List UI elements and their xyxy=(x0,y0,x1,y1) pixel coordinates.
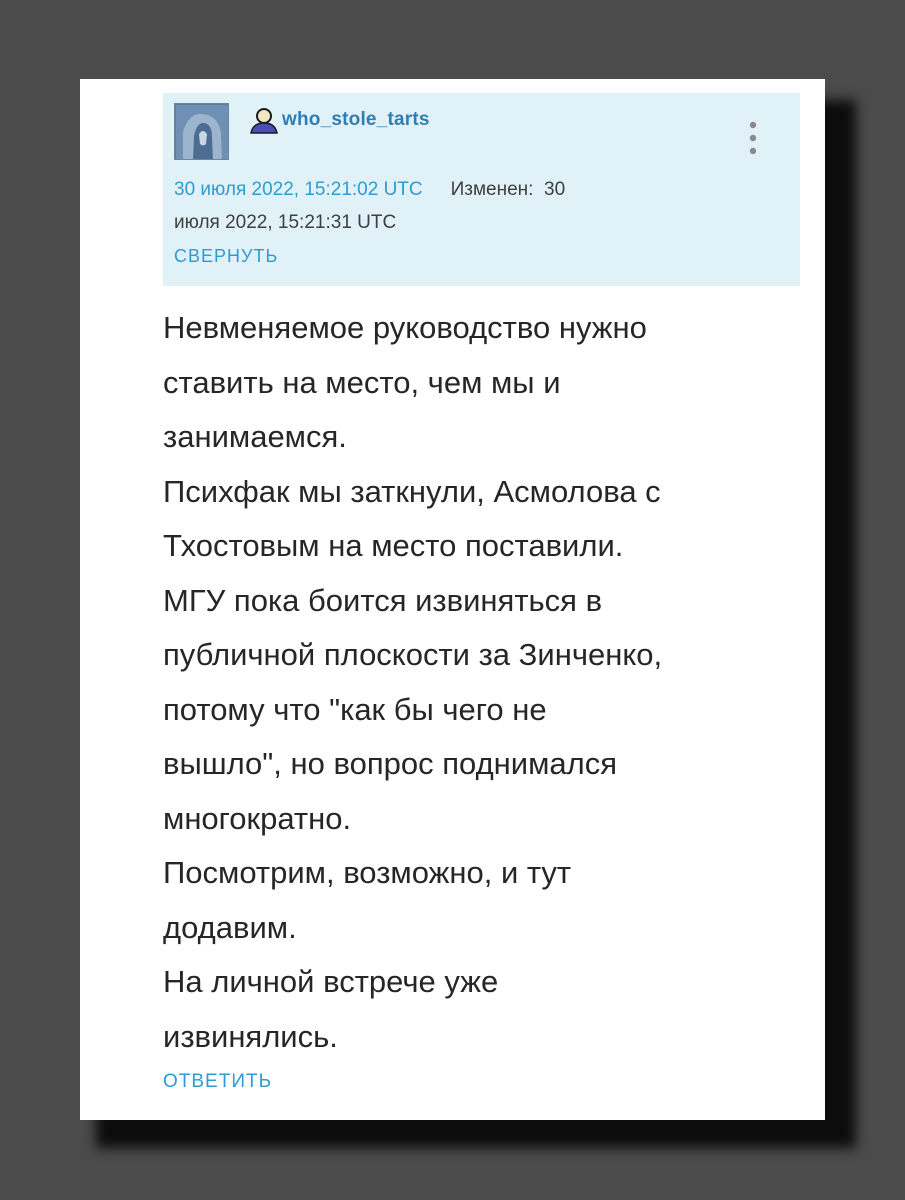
reply-button[interactable]: ОТВЕТИТЬ xyxy=(163,1071,272,1093)
more-options-button[interactable] xyxy=(741,115,765,161)
user-link[interactable]: who_stole_tarts xyxy=(249,106,430,134)
body-line: Психфак мы заткнули, Асмолова с xyxy=(163,473,661,509)
body-line: публичной плоскости за Зинченко, xyxy=(163,637,663,672)
posted-date-link[interactable]: 30 июля 2022, 15:21:02 UTC xyxy=(174,179,423,200)
body-line: ставить на место, чем мы и xyxy=(163,364,561,400)
edited-date-part2: июля 2022, 15:21:31 UTC xyxy=(174,212,397,233)
body-line: Посмотрим, возможно, и тут xyxy=(163,855,572,890)
body-line: МГУ пока боится извиняться в xyxy=(163,582,603,618)
body-line: додавим. xyxy=(163,909,297,945)
collapse-button[interactable]: СВЕРНУТЬ xyxy=(174,246,278,267)
comment-card: who_stole_tarts 30 июля 2022, 15:21:02 U… xyxy=(80,79,825,1120)
body-line: вышло", но вопрос поднимался xyxy=(163,746,618,781)
body-line: Тхостовым на место поставили. xyxy=(163,528,624,563)
user-icon xyxy=(250,108,278,134)
user-avatar[interactable] xyxy=(174,103,229,160)
username: who_stole_tarts xyxy=(282,109,430,130)
edited-date-part1: 30 xyxy=(544,179,566,200)
body-line: многократно. xyxy=(163,800,352,836)
body-line: извинялись. xyxy=(163,1018,338,1054)
body-line: потому что "как бы чего не xyxy=(163,691,547,727)
body-line: Невменяемое руководство нужно xyxy=(163,310,647,345)
body-line: На личной встрече уже xyxy=(163,964,499,999)
comment-body: Невменяемое руководство нужно ставить на… xyxy=(163,301,803,1064)
comment-header: who_stole_tarts 30 июля 2022, 15:21:02 U… xyxy=(163,93,800,286)
comment-meta: 30 июля 2022, 15:21:02 UTC Изменен: 30 ию… xyxy=(174,173,774,239)
more-vertical-icon xyxy=(749,121,757,155)
screenshot-stage: who_stole_tarts 30 июля 2022, 15:21:02 U… xyxy=(0,0,905,1200)
avatar-image-icon xyxy=(175,104,228,159)
edited-label: Изменен: xyxy=(450,179,534,200)
body-line: занимаемся. xyxy=(163,419,347,454)
